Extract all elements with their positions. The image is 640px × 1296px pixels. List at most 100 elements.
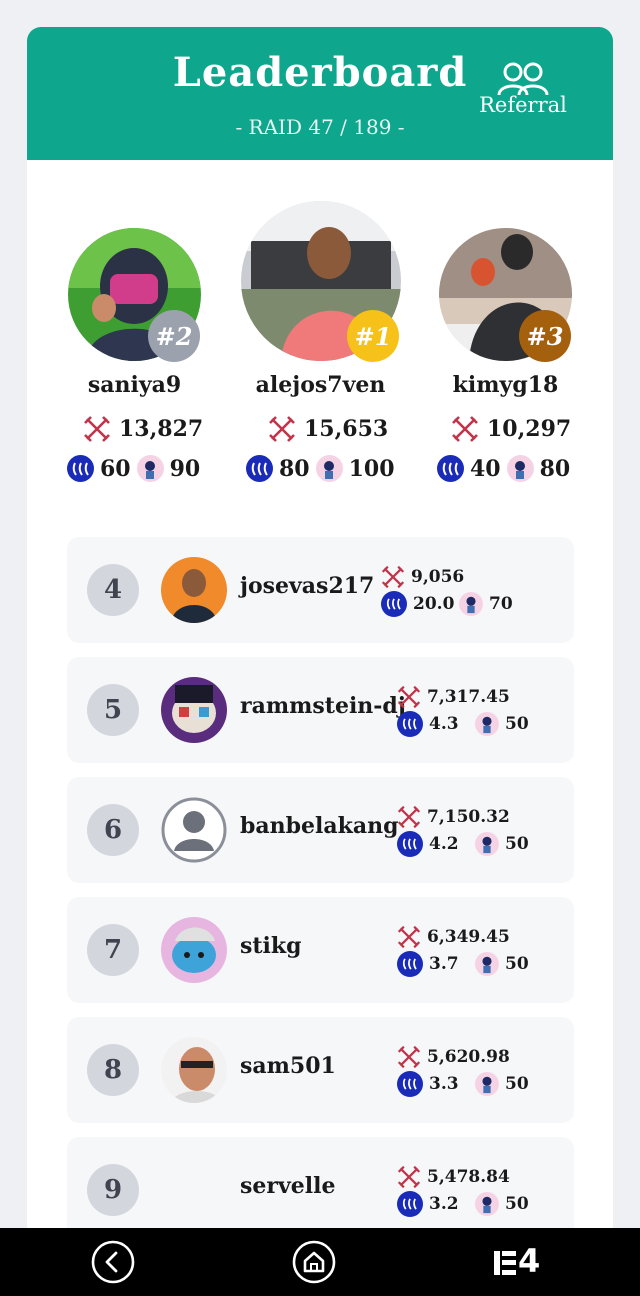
podium-steem-1: 80 (279, 455, 310, 482)
podium-rewards-3: 40 80 (437, 455, 570, 482)
row-steem: 3.3 (429, 1073, 459, 1094)
crossed-swords-icon (397, 805, 421, 828)
row-tokens: 50 (505, 1193, 529, 1214)
leaderboard-row[interactable]: 7 stikg 6,349.45 3.7 50 (67, 897, 574, 1003)
steem-icon (397, 830, 423, 857)
avatar (161, 557, 227, 623)
raid-subtitle: - RAID 47 / 189 - (235, 115, 405, 139)
rank-badge-2: #2 (148, 310, 200, 362)
row-tokens: 50 (505, 953, 529, 974)
avatar (161, 677, 227, 743)
row-stats: 7,150.32 4.2 50 (397, 803, 529, 857)
podium-username-1[interactable]: alejos7ven (227, 372, 414, 398)
leaderboard-row[interactable]: 4 josevas217 9,056 20.0 70 (67, 537, 574, 643)
steem-icon (397, 950, 423, 977)
row-username: josevas217 (240, 573, 375, 599)
back-icon (91, 1240, 135, 1284)
podium-score-value-3: 10,297 (487, 416, 572, 442)
podium-score-value-2: 13,827 (119, 416, 204, 442)
rank-badge-1: #1 (347, 310, 399, 362)
row-score: 7,150.32 (427, 806, 510, 827)
row-stats: 5,620.98 3.3 50 (397, 1043, 529, 1097)
token-character-icon (475, 951, 499, 976)
row-tokens: 50 (505, 1073, 529, 1094)
podium-rewards-1: 80 100 (246, 455, 395, 482)
crossed-swords-icon (452, 416, 478, 442)
row-username: sam501 (240, 1053, 336, 1079)
steem-icon (397, 1190, 423, 1217)
back-button[interactable] (90, 1239, 136, 1285)
row-username: stikg (240, 933, 302, 959)
podium-score-value-1: 15,653 (304, 416, 389, 442)
podium-steem-3: 40 (470, 455, 501, 482)
row-tokens: 50 (505, 833, 529, 854)
bottom-nav-bar: 4 (0, 1228, 640, 1296)
steem-icon (246, 455, 273, 482)
row-steem: 3.7 (429, 953, 459, 974)
row-steem: 20.0 (413, 593, 455, 614)
crossed-swords-icon (397, 685, 421, 708)
steem-icon (397, 710, 423, 737)
crossed-swords-icon (397, 1045, 421, 1068)
row-score: 6,349.45 (427, 926, 510, 947)
row-score: 9,056 (411, 566, 465, 587)
podium-tokens-2: 90 (169, 455, 201, 482)
leaderboard-row[interactable]: 5 rammstein-dj 7,317.45 4.3 50 (67, 657, 574, 763)
row-stats: 5,478.84 3.2 50 (397, 1163, 529, 1217)
row-score: 5,478.84 (427, 1166, 510, 1187)
row-score: 5,620.98 (427, 1046, 510, 1067)
home-icon (292, 1240, 336, 1284)
app-logo-text: 4 (518, 1242, 541, 1280)
row-steem: 3.2 (429, 1193, 459, 1214)
crossed-swords-icon (381, 565, 405, 588)
podium-tokens-1: 100 (348, 455, 395, 482)
token-character-icon (315, 455, 343, 482)
crossed-swords-icon (269, 416, 295, 442)
crossed-swords-icon (397, 925, 421, 948)
steem-icon (381, 590, 407, 617)
podium-score-1: 15,653 (268, 415, 388, 443)
steem-icon (437, 455, 464, 482)
podium-score-2: 13,827 (83, 415, 203, 443)
row-score: 7,317.45 (427, 686, 510, 707)
referral-button[interactable]: Referral (475, 61, 571, 117)
token-character-icon (459, 591, 483, 616)
row-username: servelle (240, 1173, 336, 1199)
row-steem: 4.3 (429, 713, 459, 734)
podium-rewards-2: 60 90 (67, 455, 200, 482)
token-character-icon (136, 455, 164, 482)
podium-username-3[interactable]: kimyg18 (412, 372, 599, 398)
default-avatar-icon (161, 797, 227, 863)
crossed-swords-icon (84, 416, 110, 442)
row-rank: 7 (87, 924, 139, 976)
app-logo-button[interactable]: 4 (492, 1239, 552, 1285)
token-character-icon (475, 1071, 499, 1096)
steem-icon (67, 455, 94, 482)
referral-label: Referral (479, 93, 567, 117)
token-character-icon (506, 455, 534, 482)
podium-steem-2: 60 (100, 455, 131, 482)
row-stats: 9,056 20.0 70 (381, 563, 513, 617)
row-stats: 7,317.45 4.3 50 (397, 683, 529, 737)
avatar (161, 1037, 227, 1103)
row-rank: 4 (87, 564, 139, 616)
app-logo-icon (494, 1251, 516, 1275)
row-rank: 8 (87, 1044, 139, 1096)
row-tokens: 50 (505, 713, 529, 734)
row-username: rammstein-dj (240, 693, 406, 719)
leaderboard-row[interactable]: 8 sam501 5,620.98 3.3 50 (67, 1017, 574, 1123)
token-character-icon (475, 831, 499, 856)
avatar (161, 917, 227, 983)
row-steem: 4.2 (429, 833, 459, 854)
podium-username-2[interactable]: saniya9 (41, 372, 228, 398)
rank-badge-3: #3 (519, 310, 571, 362)
row-rank: 9 (87, 1164, 139, 1216)
referral-icon (497, 62, 549, 96)
row-tokens: 70 (489, 593, 513, 614)
podium-score-3: 10,297 (451, 415, 571, 443)
steem-icon (397, 1070, 423, 1097)
leaderboard-header: Leaderboard - RAID 47 / 189 - Referral (27, 27, 613, 160)
home-button[interactable] (291, 1239, 337, 1285)
podium-tokens-3: 80 (539, 455, 571, 482)
leaderboard-row[interactable]: 6 banbelakang 7,150.32 4.2 50 (67, 777, 574, 883)
